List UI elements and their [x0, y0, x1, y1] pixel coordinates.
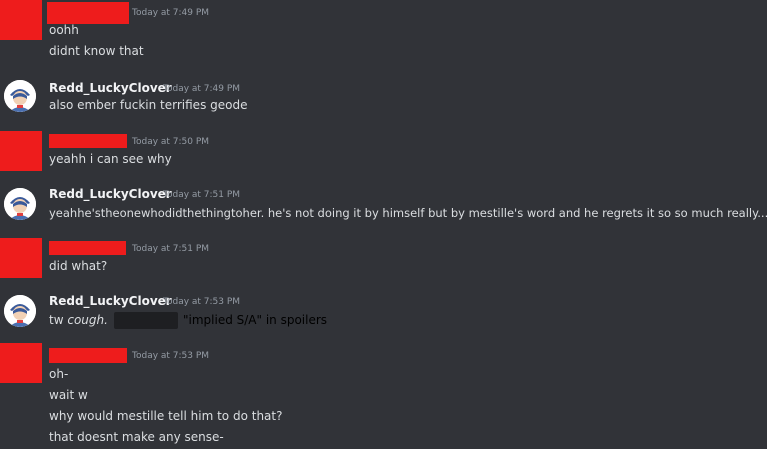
message-text: wait w: [49, 388, 88, 402]
message-text-with-spoiler: tw cough.: [49, 312, 178, 329]
message-timestamp: Today at 7:49 PM: [163, 84, 241, 94]
redacted-username: [49, 348, 127, 363]
message-prefix: tw: [49, 313, 68, 327]
message-text: didnt know that: [49, 44, 144, 58]
message-text: that doesnt make any sense-: [49, 430, 224, 444]
message-timestamp: Today at 7:53 PM: [132, 351, 210, 361]
redacted-avatar: [0, 238, 42, 278]
message-timestamp: Today at 7:49 PM: [132, 8, 210, 18]
message-timestamp: Today at 7:51 PM: [163, 190, 241, 200]
username-link[interactable]: Redd_LuckyClover: [49, 294, 172, 308]
message-timestamp: Today at 7:51 PM: [132, 244, 210, 254]
username-link[interactable]: Redd_LuckyClover: [49, 187, 172, 201]
username-link[interactable]: Redd_LuckyClover: [49, 81, 172, 95]
message-text: why would mestille tell him to do that?: [49, 409, 283, 423]
message-emphasis: cough.: [67, 313, 108, 327]
message-text: also ember fuckin terrifies geode: [49, 98, 248, 112]
message-text: oh-: [49, 367, 69, 381]
redacted-avatar: [0, 131, 42, 171]
redacted-username: [49, 134, 127, 148]
avatar-icon[interactable]: [4, 295, 36, 327]
message-timestamp: Today at 7:50 PM: [132, 137, 210, 147]
redacted-username: [49, 241, 126, 255]
avatar-icon[interactable]: [4, 80, 36, 112]
spoiler-block[interactable]: [113, 312, 178, 329]
overlay-note: "implied S/A" in spoilers: [183, 313, 328, 327]
message-text: did what?: [49, 259, 108, 273]
message-timestamp: Today at 7:53 PM: [163, 297, 241, 307]
redacted-avatar: [0, 0, 42, 40]
message-text: yeahhe'stheonewhodidthethingtoher. he's …: [49, 206, 767, 220]
avatar-icon[interactable]: [4, 188, 36, 220]
redacted-avatar: [0, 343, 42, 383]
message-text: yeahh i can see why: [49, 152, 172, 166]
message-text: oohh: [49, 23, 79, 37]
redacted-username: [47, 2, 129, 24]
